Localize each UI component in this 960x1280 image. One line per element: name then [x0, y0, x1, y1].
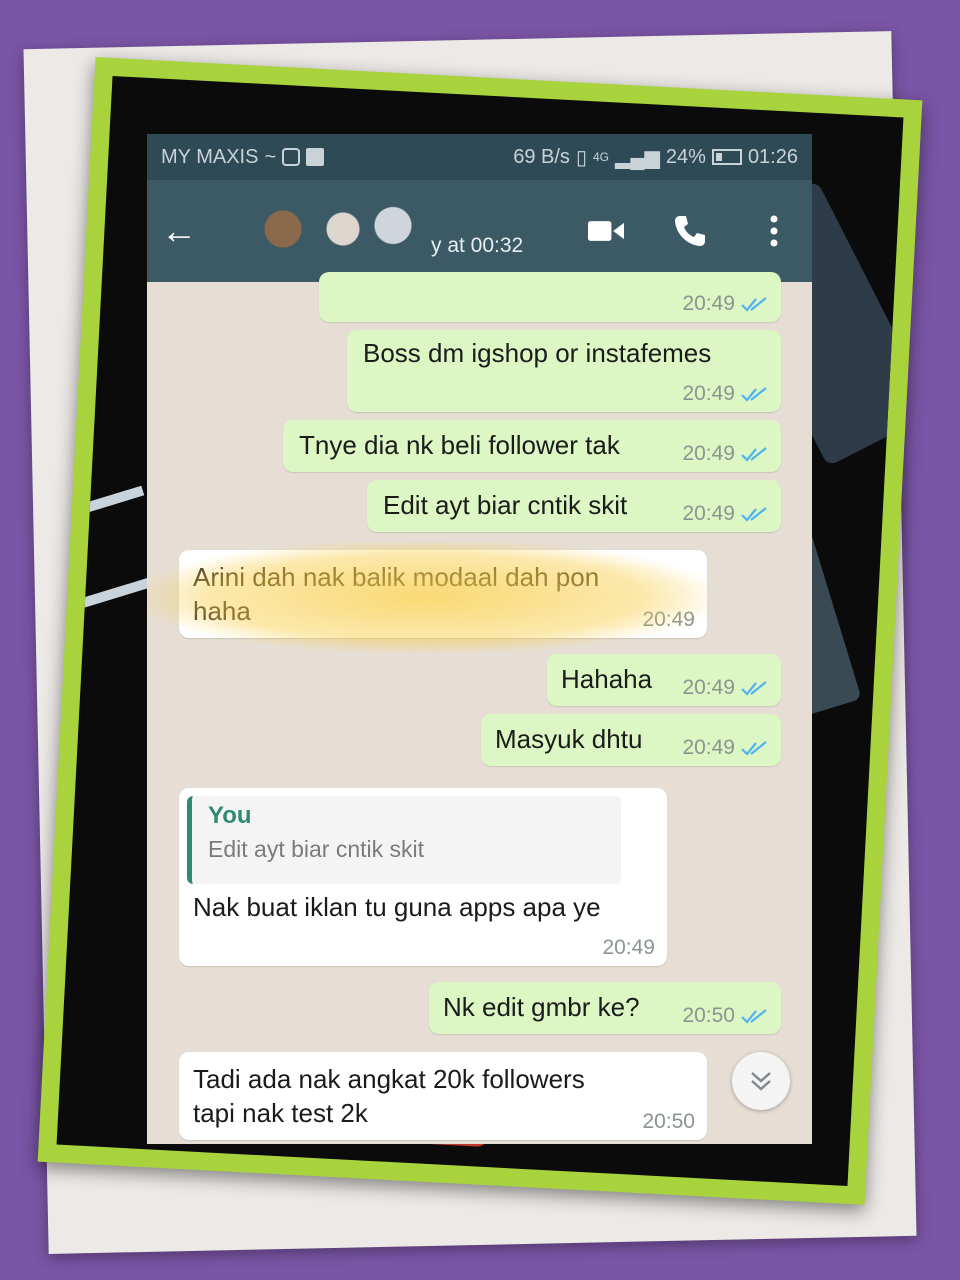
quoted-author: You [208, 802, 252, 829]
message-bubble-out[interactable]: Nk edit gmbr ke? 20:50 [429, 982, 781, 1034]
message-bubble-out[interactable]: Boss dm igshop or instafemes 20:49 [347, 330, 781, 412]
chat-header: ← y at 00:32 [147, 180, 812, 282]
message-time: 20:49 [642, 608, 695, 631]
scroll-to-bottom-button[interactable] [732, 1052, 790, 1110]
message-time: 20:49 [682, 676, 735, 699]
message-text-line: Arini dah nak balik modaal dah pon [193, 562, 600, 592]
instagram-icon [282, 148, 301, 166]
message-text-line: tapi nak test 2k [193, 1098, 368, 1128]
message-time: 20:50 [682, 1004, 735, 1027]
network-type: 4G [592, 150, 609, 164]
quoted-message[interactable]: You Edit ayt biar cntik skit [187, 796, 621, 884]
quoted-text: Edit ayt biar cntik skit [208, 836, 425, 862]
voice-call-icon[interactable] [672, 213, 708, 249]
read-receipt-icon [741, 297, 767, 312]
net-speed: 69 B/s [513, 145, 570, 168]
signal-icon: ▂▄▆ [614, 146, 660, 169]
chevron-double-down-icon [751, 1072, 771, 1091]
message-bubble-out[interactable]: Edit ayt biar cntik skit 20:49 [367, 480, 781, 532]
contact-info[interactable]: y at 00:32 [211, 180, 588, 282]
message-bubble-in[interactable]: Tadi ada nak angkat 20k followers tapi n… [179, 1052, 707, 1140]
read-receipt-icon [741, 387, 767, 402]
facebook-icon [306, 148, 325, 166]
last-seen-text: y at 00:32 [431, 234, 524, 257]
read-receipt-icon [741, 507, 767, 522]
clock: 01:26 [747, 145, 798, 168]
message-bubble-in-reply[interactable]: You Edit ayt biar cntik skit Nak buat ik… [179, 788, 667, 966]
message-text: Edit ayt biar cntik skit [383, 490, 628, 520]
message-time: 20:49 [682, 736, 735, 759]
message-bubble-out[interactable]: 20:49 [319, 272, 781, 322]
message-bubble-out[interactable]: Masyuk dhtu 20:49 [481, 714, 781, 766]
battery-percent: 24% [665, 145, 706, 168]
message-text-line: Tadi ada nak angkat 20k followers [193, 1064, 585, 1094]
message-text: Masyuk dhtu [495, 724, 643, 754]
message-time: 20:50 [642, 1110, 695, 1133]
back-arrow-icon[interactable]: ← [161, 210, 211, 252]
phone-screen: MY MAXIS ~ 69 B/s ▯ 4G ▂▄▆ 24% 01:26 ← y… [147, 134, 812, 1144]
message-bubble-out[interactable]: Tnye dia nk beli follower tak 20:49 [283, 420, 781, 472]
message-time: 20:49 [682, 502, 735, 525]
obscured-contact-name [223, 194, 423, 264]
chat-area[interactable]: 20:49 Boss dm igshop or instafemes 20:49… [147, 272, 812, 1144]
message-bubble-in[interactable]: Arini dah nak balik modaal dah pon haha … [179, 550, 707, 638]
message-text: Hahaha [561, 664, 653, 694]
read-receipt-icon [741, 1009, 767, 1024]
message-time: 20:49 [682, 382, 735, 405]
battery-icon [711, 149, 742, 165]
more-options-icon[interactable] [756, 213, 792, 249]
message-time: 20:49 [602, 936, 655, 959]
read-receipt-icon [741, 447, 767, 462]
read-receipt-icon [741, 741, 767, 756]
vibrate-icon: ▯ [575, 146, 587, 169]
message-text: Boss dm igshop or instafemes [363, 338, 712, 368]
message-text: Nk edit gmbr ke? [443, 992, 640, 1022]
signal-wave-icon: ~ [264, 145, 277, 168]
message-text-line: haha [193, 596, 251, 626]
message-bubble-out[interactable]: Hahaha 20:49 [547, 654, 781, 706]
message-time: 20:49 [682, 442, 735, 465]
message-text: Nak buat iklan tu guna apps apa ye [193, 892, 601, 922]
video-call-icon[interactable] [588, 213, 624, 249]
message-text: Tnye dia nk beli follower tak [299, 430, 620, 460]
message-time: 20:49 [682, 292, 735, 315]
carrier-label: MY MAXIS [161, 145, 259, 168]
status-bar: MY MAXIS ~ 69 B/s ▯ 4G ▂▄▆ 24% 01:26 [147, 134, 812, 180]
read-receipt-icon [741, 681, 767, 696]
